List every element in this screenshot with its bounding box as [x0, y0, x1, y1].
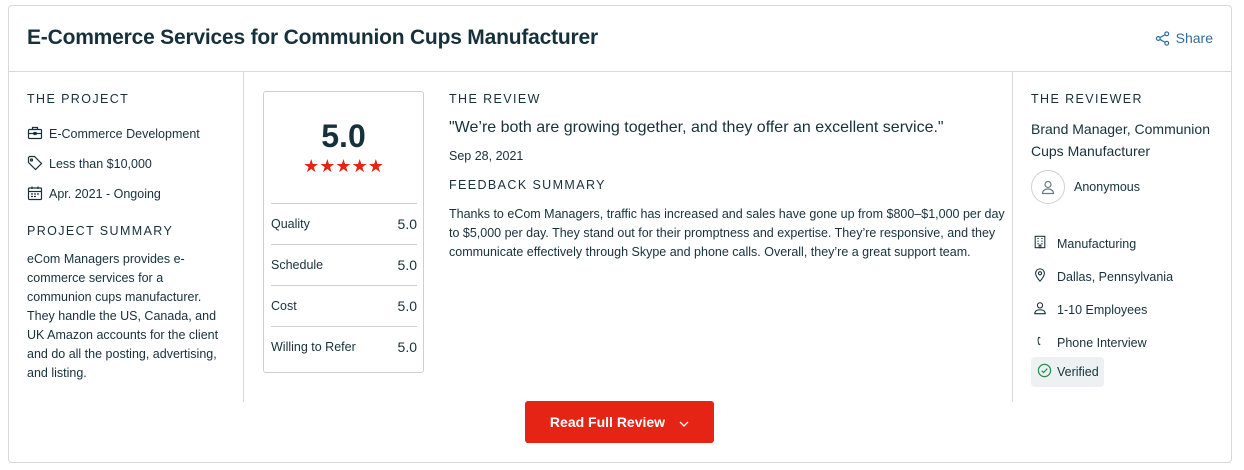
reviewer-location: Dallas, Pennsylvania — [1033, 260, 1173, 293]
location-pin-icon — [1033, 268, 1047, 285]
project-section-title: THE PROJECT — [27, 92, 130, 106]
reviewer-location-label: Dallas, Pennsylvania — [1057, 269, 1174, 284]
review-card: E-Commerce Services for Communion Cups M… — [8, 5, 1232, 463]
score-box: 5.0 ★★★★★ Quality 5.0 Schedule 5.0 Cost … — [263, 91, 424, 373]
review-title: E-Commerce Services for Communion Cups M… — [27, 26, 598, 49]
phone-icon — [1033, 334, 1047, 351]
score-row-cost: Cost 5.0 — [271, 285, 417, 326]
scores-column: 5.0 ★★★★★ Quality 5.0 Schedule 5.0 Cost … — [244, 72, 424, 402]
score-value: 5.0 — [397, 339, 417, 355]
score-value: 5.0 — [397, 257, 417, 273]
reviewer-company-size: 1-10 Employees — [1033, 293, 1173, 326]
score-label: Willing to Refer — [271, 340, 356, 354]
reviewer-name: Anonymous — [1074, 180, 1141, 194]
share-label: Share — [1175, 30, 1213, 46]
score-label: Quality — [271, 217, 310, 231]
score-row-schedule: Schedule 5.0 — [271, 244, 417, 285]
verified-badge: Verified — [1031, 357, 1104, 387]
score-label: Schedule — [271, 258, 324, 272]
project-budget-label: Less than $10,000 — [49, 157, 152, 171]
reviewer-identity: Anonymous — [1031, 170, 1140, 204]
project-timeline-label: Apr. 2021 - Ongoing — [49, 187, 161, 201]
user-icon — [1033, 301, 1047, 318]
score-row-willing-to-refer: Willing to Refer 5.0 — [271, 326, 417, 367]
reviewer-interview-label: Phone Interview — [1057, 335, 1147, 350]
project-summary-text: eCom Managers provides e-commerce servic… — [27, 252, 219, 380]
share-icon — [1155, 30, 1170, 46]
review-date: Sep 28, 2021 — [449, 149, 524, 163]
building-icon — [1033, 235, 1047, 252]
overall-rating: 5.0 — [321, 118, 366, 154]
score-rows: Quality 5.0 Schedule 5.0 Cost 5.0 Willin… — [271, 203, 417, 367]
user-icon — [1041, 180, 1055, 195]
calendar-icon — [27, 185, 43, 204]
project-meta-list: E-Commerce Development Less than $10,000 — [27, 119, 200, 209]
review-quote: "We’re both are growing together, and th… — [449, 119, 944, 136]
share-button[interactable]: Share — [1155, 30, 1213, 46]
reviewer-role: Brand Manager, Communion Cups Manufactur… — [1031, 121, 1210, 159]
reviewer-section-title: THE REVIEWER — [1031, 92, 1143, 106]
score-row-quality: Quality 5.0 — [271, 203, 417, 244]
avatar — [1031, 170, 1065, 204]
feedback-summary-title: FEEDBACK SUMMARY — [449, 178, 606, 192]
reviewer-column: THE REVIEWER Brand Manager, Communion Cu… — [1012, 72, 1232, 402]
score-value: 5.0 — [397, 216, 417, 232]
reviewer-interview: Phone Interview — [1033, 326, 1173, 359]
reviewer-industry: Manufacturing — [1033, 227, 1173, 260]
check-circle-icon — [1037, 363, 1052, 381]
project-service: E-Commerce Development — [27, 119, 200, 149]
project-timeline: Apr. 2021 - Ongoing — [27, 179, 200, 209]
price-tag-icon — [27, 155, 43, 174]
verified-label: Verified — [1057, 365, 1099, 379]
reviewer-size-label: 1-10 Employees — [1057, 302, 1148, 317]
project-budget: Less than $10,000 — [27, 149, 200, 179]
chevron-down-icon — [679, 414, 689, 430]
project-service-label: E-Commerce Development — [49, 127, 200, 141]
score-label: Cost — [271, 299, 297, 313]
review-section-title: THE REVIEW — [449, 92, 541, 106]
reviewer-industry-label: Manufacturing — [1057, 236, 1137, 251]
briefcase-icon — [27, 125, 43, 144]
read-full-review-button[interactable]: Read Full Review — [525, 401, 714, 443]
score-value: 5.0 — [397, 298, 417, 314]
project-summary-title: PROJECT SUMMARY — [27, 224, 174, 238]
star-rating: ★★★★★ — [303, 156, 384, 176]
reviewer-meta-list: Manufacturing Dallas, Pennsylvania 1-10 … — [1033, 227, 1173, 359]
feedback-summary-text: Thanks to eCom Managers, traffic has inc… — [449, 207, 1005, 259]
read-full-review-label: Read Full Review — [549, 414, 666, 430]
project-column: THE PROJECT E-Commerce Development Less … — [9, 72, 244, 402]
card-header: E-Commerce Services for Communion Cups M… — [9, 6, 1231, 72]
review-column: THE REVIEW "We’re both are growing toget… — [424, 72, 1012, 402]
